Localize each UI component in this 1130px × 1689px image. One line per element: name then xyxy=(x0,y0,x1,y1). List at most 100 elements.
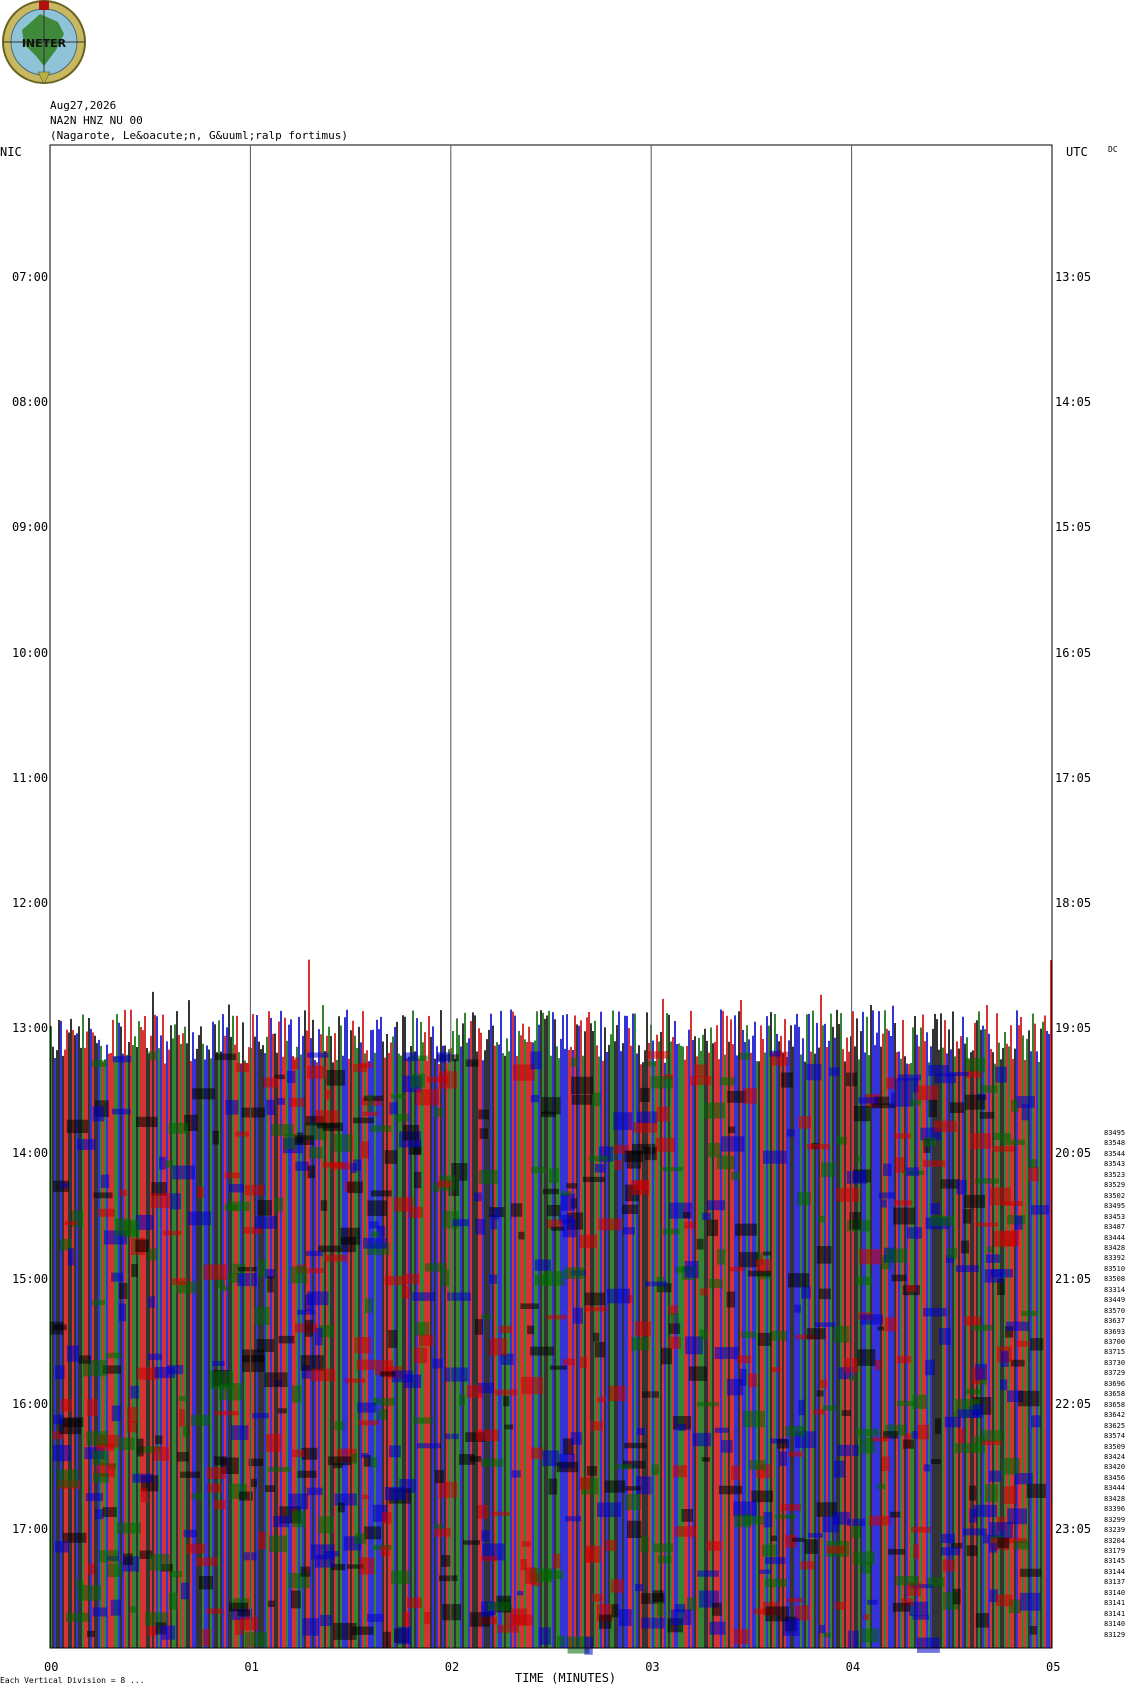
trace-patch xyxy=(132,1473,153,1483)
right-tick-label: 22:05 xyxy=(1055,1396,1092,1411)
trace-patch xyxy=(543,1270,565,1286)
trace-patch xyxy=(402,1124,420,1141)
trace-patch xyxy=(547,1204,561,1217)
trace-patch xyxy=(438,1071,458,1089)
trace-patch xyxy=(334,1493,357,1506)
trace-patch xyxy=(307,1268,324,1274)
trace-patch xyxy=(172,1165,196,1180)
trace-patch xyxy=(881,1456,890,1472)
trace-patch xyxy=(614,1160,622,1170)
trace-patch xyxy=(542,1188,560,1195)
trace-patch xyxy=(412,1292,435,1301)
trace-patch xyxy=(553,1553,561,1569)
trace-patch xyxy=(797,1191,811,1206)
trace-patch xyxy=(853,1551,876,1565)
trace-patch xyxy=(364,1298,373,1314)
trace-patch xyxy=(404,1273,420,1285)
trace-patch xyxy=(931,1458,941,1465)
trace-patch xyxy=(92,1473,110,1483)
trace-patch xyxy=(1031,1205,1049,1215)
trace-patch xyxy=(989,1543,998,1553)
trace-patch xyxy=(982,1440,1003,1446)
trace-patch xyxy=(570,1432,582,1445)
trace-patch xyxy=(178,1409,185,1427)
trace-patch xyxy=(922,1160,945,1167)
trace-patch xyxy=(391,1570,410,1585)
trace-patch xyxy=(225,1099,239,1115)
trace-patch xyxy=(588,1155,609,1162)
trace-patch xyxy=(1013,1540,1029,1550)
trace-patch xyxy=(414,1322,430,1336)
trace-patch xyxy=(118,1437,135,1451)
trace-patch xyxy=(333,1134,353,1152)
trace-patch xyxy=(197,1186,204,1198)
trace-patch xyxy=(734,1514,752,1528)
trace-patch xyxy=(624,1150,643,1163)
trace-patch xyxy=(964,1316,981,1326)
trace-patch xyxy=(823,1405,837,1411)
trace-patch xyxy=(305,1250,323,1257)
trace-patch xyxy=(130,1385,139,1399)
x-tick-label: 03 xyxy=(645,1660,660,1674)
trace-patch xyxy=(178,1396,189,1402)
trace-patch xyxy=(549,1365,567,1370)
trace-patch xyxy=(794,1304,801,1313)
trace-patch xyxy=(304,1319,313,1337)
trace-patch xyxy=(820,1379,827,1388)
trace-patch xyxy=(363,1237,388,1249)
trace-patch xyxy=(684,1260,699,1278)
trace-patch xyxy=(747,1270,771,1277)
trace-patch xyxy=(65,1612,89,1622)
trace-patch xyxy=(527,1325,535,1335)
trace-patch xyxy=(267,1600,275,1608)
trace-patch xyxy=(916,1637,940,1653)
trace-patch xyxy=(78,1355,91,1364)
trace-patch xyxy=(413,1347,427,1364)
trace-count: 83424 xyxy=(1104,1452,1126,1461)
trace-patch xyxy=(244,1184,265,1196)
trace-count: 83453 xyxy=(1104,1212,1126,1221)
trace-patch xyxy=(362,1494,369,1500)
left-tick-label: 16:00 xyxy=(12,1396,49,1411)
trace-patch xyxy=(1006,1321,1029,1331)
trace-patch xyxy=(985,1254,1000,1263)
trace-patch xyxy=(592,1092,601,1107)
trace-patch xyxy=(465,1059,479,1067)
trace-patch xyxy=(949,1072,969,1077)
trace-patch xyxy=(147,1626,157,1636)
trace-patch xyxy=(818,1215,826,1223)
trace-patch xyxy=(85,1493,103,1501)
trace-patch xyxy=(162,1230,182,1236)
trace-patch xyxy=(180,1471,200,1478)
left-tick-label: 14:00 xyxy=(12,1146,49,1161)
trace-patch xyxy=(681,1509,693,1522)
trace-patch xyxy=(388,1330,398,1348)
trace-patch xyxy=(896,1400,917,1406)
trace-patch xyxy=(606,1288,630,1304)
trace-patch xyxy=(309,1146,323,1159)
trace-patch xyxy=(100,1174,110,1188)
trace-patch xyxy=(800,1561,815,1570)
trace-patch xyxy=(582,1176,605,1183)
trace-patch xyxy=(834,1601,846,1610)
trace-patch xyxy=(836,1187,860,1202)
trace-patch xyxy=(877,1483,886,1490)
trace-patch xyxy=(306,1052,329,1058)
trace-patch xyxy=(358,1420,379,1426)
trace-patch xyxy=(55,1365,65,1380)
trace-patch xyxy=(597,1502,621,1517)
trace-patch xyxy=(988,1470,1002,1482)
trace-patch xyxy=(823,1632,831,1638)
trace-patch xyxy=(970,1133,991,1149)
trace-patch xyxy=(962,1528,987,1536)
trace-patch xyxy=(997,1537,1010,1549)
trace-patch xyxy=(413,1171,422,1189)
trace-patch xyxy=(180,1582,190,1600)
trace-patch xyxy=(652,1590,664,1602)
trace-patch xyxy=(650,1076,673,1089)
trace-patch xyxy=(368,1221,379,1229)
trace-patch xyxy=(960,1240,970,1254)
trace-patch xyxy=(324,1089,331,1100)
trace-count: 83508 xyxy=(1104,1275,1126,1284)
trace-patch xyxy=(289,1097,305,1107)
